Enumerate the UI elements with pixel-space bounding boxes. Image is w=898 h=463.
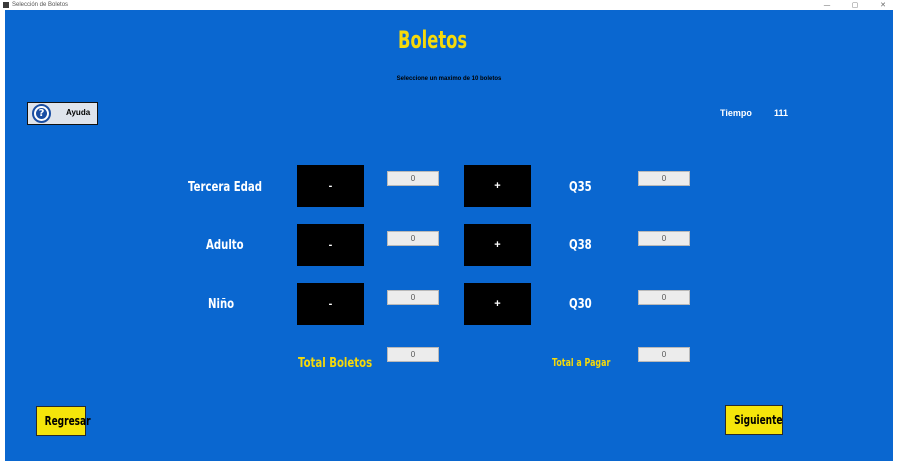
question-circle-icon: ?: [32, 104, 51, 123]
total-pagar-label: Total a Pagar: [552, 356, 611, 369]
close-button[interactable]: ✕: [874, 0, 892, 10]
quantity-field-tercera-edad[interactable]: 0: [387, 171, 439, 186]
quantity-field-nino[interactable]: 0: [387, 290, 439, 305]
total-pagar-field: 0: [638, 347, 690, 362]
price-label-nino: Q30: [569, 297, 592, 312]
price-label-adulto: Q38: [569, 238, 592, 253]
back-button[interactable]: Regresar: [36, 406, 91, 436]
maximize-button[interactable]: ▢: [846, 0, 864, 10]
title-bar: Selección de Boletos — ▢ ✕: [0, 0, 898, 10]
subtotal-field-nino: 0: [638, 290, 690, 305]
next-button-label: Siguiente: [734, 413, 783, 427]
increment-button-nino[interactable]: +: [464, 283, 531, 325]
page-title: Boletos: [398, 26, 468, 54]
subtotal-field-tercera-edad: 0: [638, 171, 690, 186]
window-title: Selección de Boletos: [12, 2, 69, 8]
help-button[interactable]: ? Ayuda: [27, 102, 98, 125]
timer-label: Tiempo: [720, 108, 752, 118]
back-button-label: Regresar: [44, 414, 91, 428]
next-button[interactable]: Siguiente: [725, 405, 783, 435]
decrement-button-nino[interactable]: -: [297, 283, 364, 325]
subtotal-field-adulto: 0: [638, 231, 690, 246]
decrement-button-tercera-edad[interactable]: -: [297, 165, 364, 207]
row-label-adulto: Adulto: [206, 238, 244, 253]
quantity-field-adulto[interactable]: 0: [387, 231, 439, 246]
total-boletos-field: 0: [387, 347, 439, 362]
question-mark-glyph: ?: [36, 108, 47, 119]
app-icon: [3, 2, 9, 8]
page-subtitle: Seleccione un maximo de 10 boletos: [396, 76, 502, 82]
row-label-tercera-edad: Tercera Edad: [188, 180, 263, 195]
increment-button-tercera-edad[interactable]: +: [464, 165, 531, 207]
timer-value: 111: [774, 108, 789, 118]
decrement-button-adulto[interactable]: -: [297, 224, 364, 266]
total-boletos-label: Total Boletos: [298, 356, 373, 371]
price-label-tercera-edad: Q35: [569, 180, 592, 195]
row-label-nino: Niño: [208, 297, 235, 312]
increment-button-adulto[interactable]: +: [464, 224, 531, 266]
minimize-button[interactable]: —: [818, 0, 836, 10]
help-button-label: Ayuda: [66, 108, 91, 117]
